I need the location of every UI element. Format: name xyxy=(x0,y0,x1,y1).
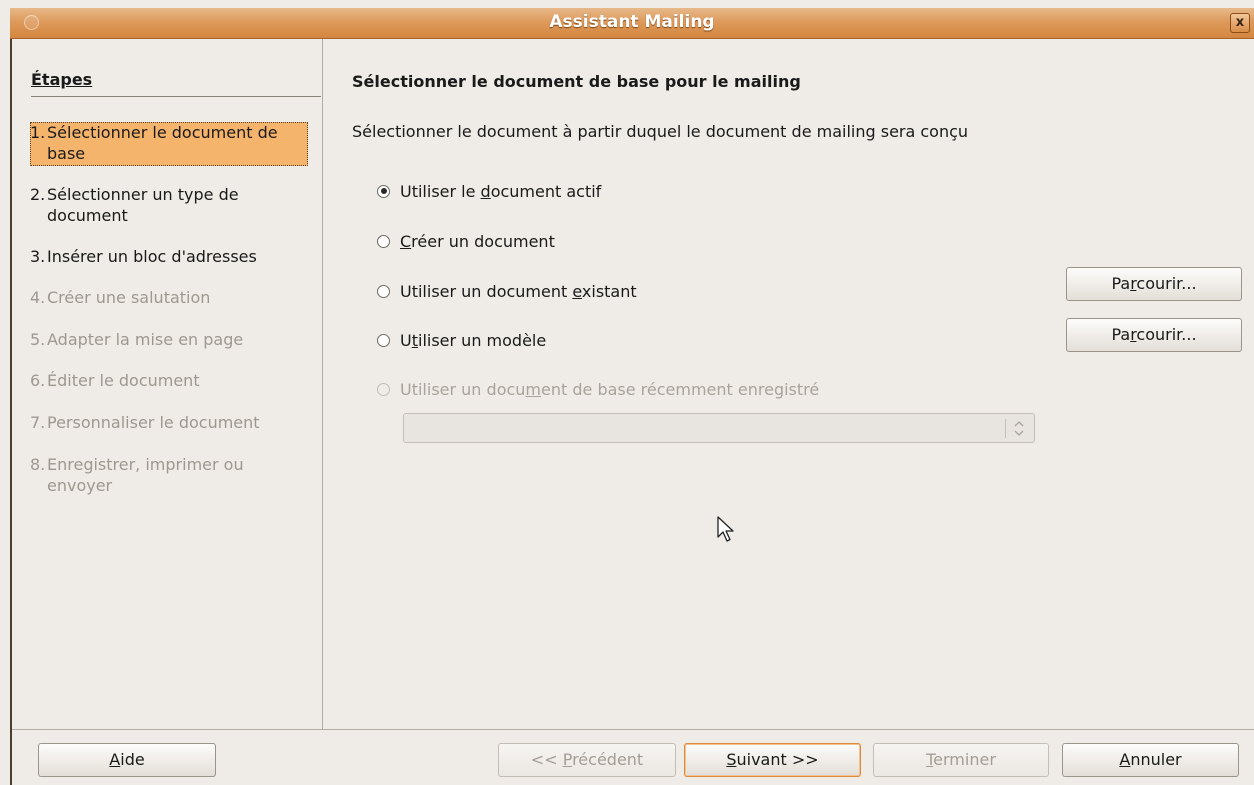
option-recent-document: Utiliser un document de base récemment e… xyxy=(377,377,819,401)
step-label: Insérer un bloc d'adresses xyxy=(47,247,257,266)
radio-button[interactable] xyxy=(377,184,390,198)
step-item-3[interactable]: 3. Insérer un bloc d'adresses xyxy=(30,246,308,267)
previous-button: << Précédent xyxy=(498,743,676,777)
close-icon[interactable]: x xyxy=(1230,13,1250,33)
radio-button[interactable] xyxy=(377,284,390,298)
step-number: 8. xyxy=(30,455,46,474)
option-new-document[interactable]: Créer un document xyxy=(377,229,555,253)
step-label: Enregistrer, imprimer ou envoyer xyxy=(47,455,244,495)
select-separator xyxy=(1005,419,1006,438)
step-number: 5. xyxy=(30,330,46,349)
step-label: Adapter la mise en page xyxy=(47,330,244,349)
step-label: Éditer le document xyxy=(47,371,200,390)
option-label: Utiliser le document actif xyxy=(400,181,602,201)
step-item-8: 8. Enregistrer, imprimer ou envoyer xyxy=(30,454,308,496)
option-template[interactable]: Utiliser un modèle xyxy=(377,328,546,352)
footer-divider xyxy=(12,729,1254,730)
radio-button xyxy=(377,382,390,396)
step-label: Sélectionner un type de document xyxy=(47,185,239,225)
option-current-document[interactable]: Utiliser le document actif xyxy=(377,179,601,203)
next-button[interactable]: Suivant >> xyxy=(684,743,861,777)
finish-button: Terminer xyxy=(873,743,1049,777)
option-label: Utiliser un document de base récemment e… xyxy=(400,379,820,399)
steps-title: Étapes xyxy=(31,70,93,89)
step-number: 6. xyxy=(30,371,46,390)
step-item-1[interactable]: 1. Sélectionner le document de base xyxy=(30,122,308,166)
spin-arrows-icon xyxy=(1014,421,1024,436)
page-description: Sélectionner le document à partir duquel… xyxy=(352,122,969,141)
option-label: Utiliser un modèle xyxy=(400,330,547,350)
title-bar[interactable]: Assistant Mailing x xyxy=(10,8,1254,39)
page-heading: Sélectionner le document de base pour le… xyxy=(352,72,801,91)
help-button[interactable]: Aide xyxy=(38,743,216,777)
radio-button[interactable] xyxy=(377,234,390,248)
option-existing-document[interactable]: Utiliser un document existant xyxy=(377,279,637,303)
step-number: 1. xyxy=(30,123,46,142)
option-label: Créer un document xyxy=(400,231,555,251)
cancel-button[interactable]: Annuler xyxy=(1062,743,1239,777)
step-number: 4. xyxy=(30,288,46,307)
recent-documents-select xyxy=(403,413,1035,443)
step-item-7: 7. Personnaliser le document xyxy=(30,412,308,433)
step-label: Personnaliser le document xyxy=(47,413,260,432)
radio-button[interactable] xyxy=(377,333,390,347)
steps-divider xyxy=(31,96,321,97)
step-item-6: 6. Éditer le document xyxy=(30,370,308,391)
step-item-2[interactable]: 2. Sélectionner un type de document xyxy=(30,184,308,226)
step-item-5: 5. Adapter la mise en page xyxy=(30,329,308,350)
option-label: Utiliser un document existant xyxy=(400,281,637,301)
step-label: Créer une salutation xyxy=(47,288,211,307)
step-number: 7. xyxy=(30,413,46,432)
browse-template-button[interactable]: Parcourir... xyxy=(1066,318,1242,352)
step-item-4: 4. Créer une salutation xyxy=(30,287,308,308)
step-label: Sélectionner le document de base xyxy=(47,123,278,163)
step-number: 3. xyxy=(30,247,46,266)
window-title: Assistant Mailing xyxy=(549,12,715,32)
step-number: 2. xyxy=(30,185,46,204)
mouse-cursor-icon xyxy=(717,516,734,542)
sidebar-divider xyxy=(322,39,323,729)
steps-sidebar: Étapes 1. Sélectionner le document de ba… xyxy=(12,39,322,729)
browse-existing-button[interactable]: Parcourir... xyxy=(1066,267,1242,301)
